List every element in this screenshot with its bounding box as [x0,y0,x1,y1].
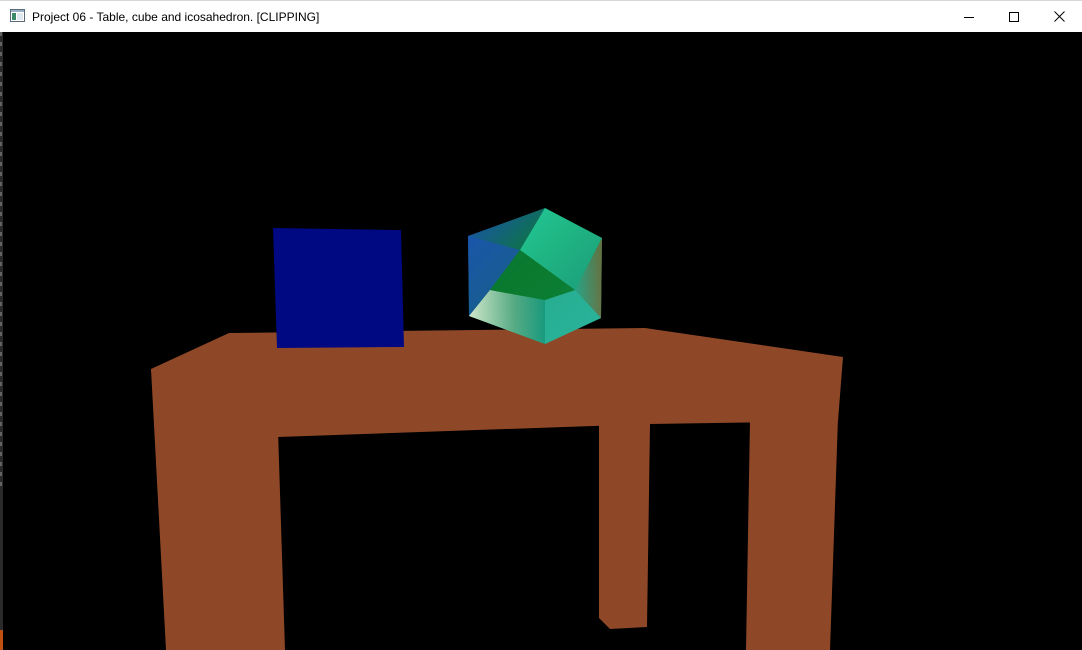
maximize-icon [1009,11,1019,22]
close-button[interactable] [1036,1,1082,32]
scene-canvas [151,208,843,650]
left-border [0,32,3,650]
table [151,328,843,650]
close-icon [1053,11,1065,22]
table-leg-back-right [599,424,650,629]
minimize-button[interactable] [946,1,992,32]
maximize-button[interactable] [991,1,1037,32]
window-app-icon [10,9,25,22]
application-window: Project 06 - Table, cube and icosahedron… [0,0,1082,650]
title-bar[interactable]: Project 06 - Table, cube and icosahedron… [0,0,1082,32]
cube [273,228,404,348]
render-viewport[interactable] [0,32,1082,650]
window-title: Project 06 - Table, cube and icosahedron… [32,10,320,24]
icosahedron [468,208,602,344]
minimize-icon [964,16,974,18]
